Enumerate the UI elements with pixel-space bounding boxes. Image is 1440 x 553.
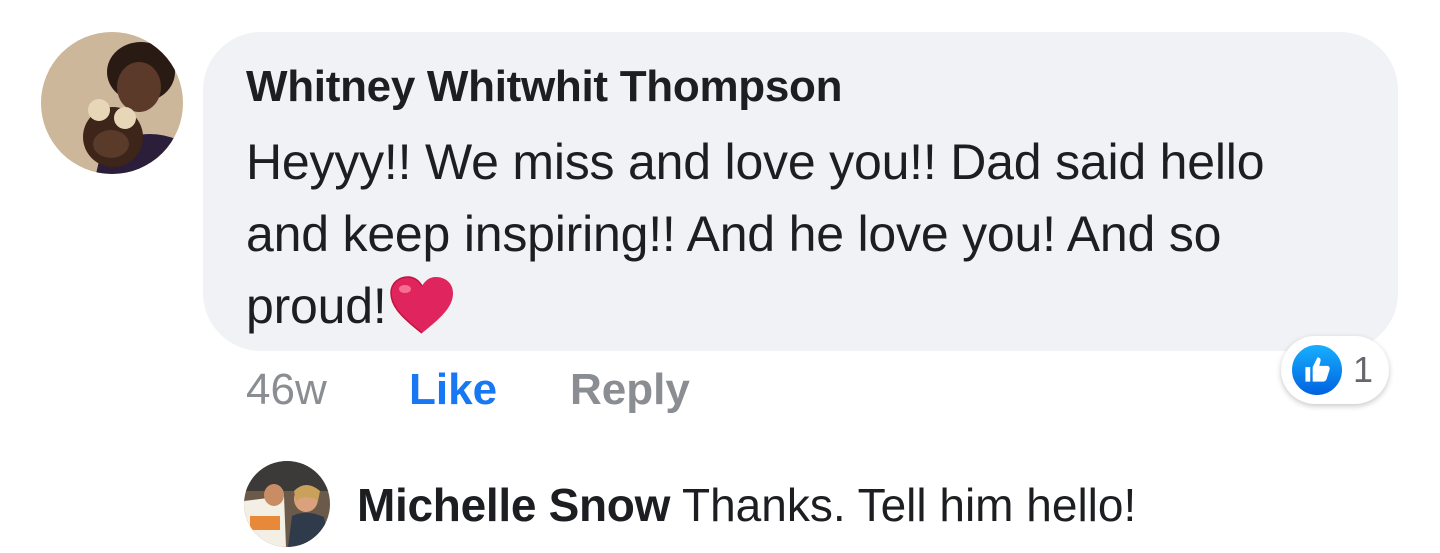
commenter-avatar-image [41,32,183,174]
reaction-count: 1 [1353,349,1374,390]
reply-comment: Michelle Snow Thanks. Tell him hello! [357,476,1136,534]
reaction-summary[interactable]: 1 [1281,336,1389,404]
reply-button[interactable]: Reply [570,362,690,418]
comment-timestamp[interactable]: 46w [246,362,327,418]
reply-avatar-image [244,461,330,547]
commenter-avatar[interactable] [41,32,183,174]
like-reaction-icon [1289,342,1345,398]
comment-author-name[interactable]: Whitney Whitwhit Thompson [246,62,842,112]
reply-author-avatar[interactable] [244,461,330,547]
heart-emoji-icon [389,275,455,337]
reply-text: Thanks. Tell him hello! [682,479,1137,531]
comment-body: Heyyy!! We miss and love you!! Dad said … [246,126,1346,342]
like-button[interactable]: Like [409,362,497,418]
reply-author-name[interactable]: Michelle Snow [357,479,670,531]
